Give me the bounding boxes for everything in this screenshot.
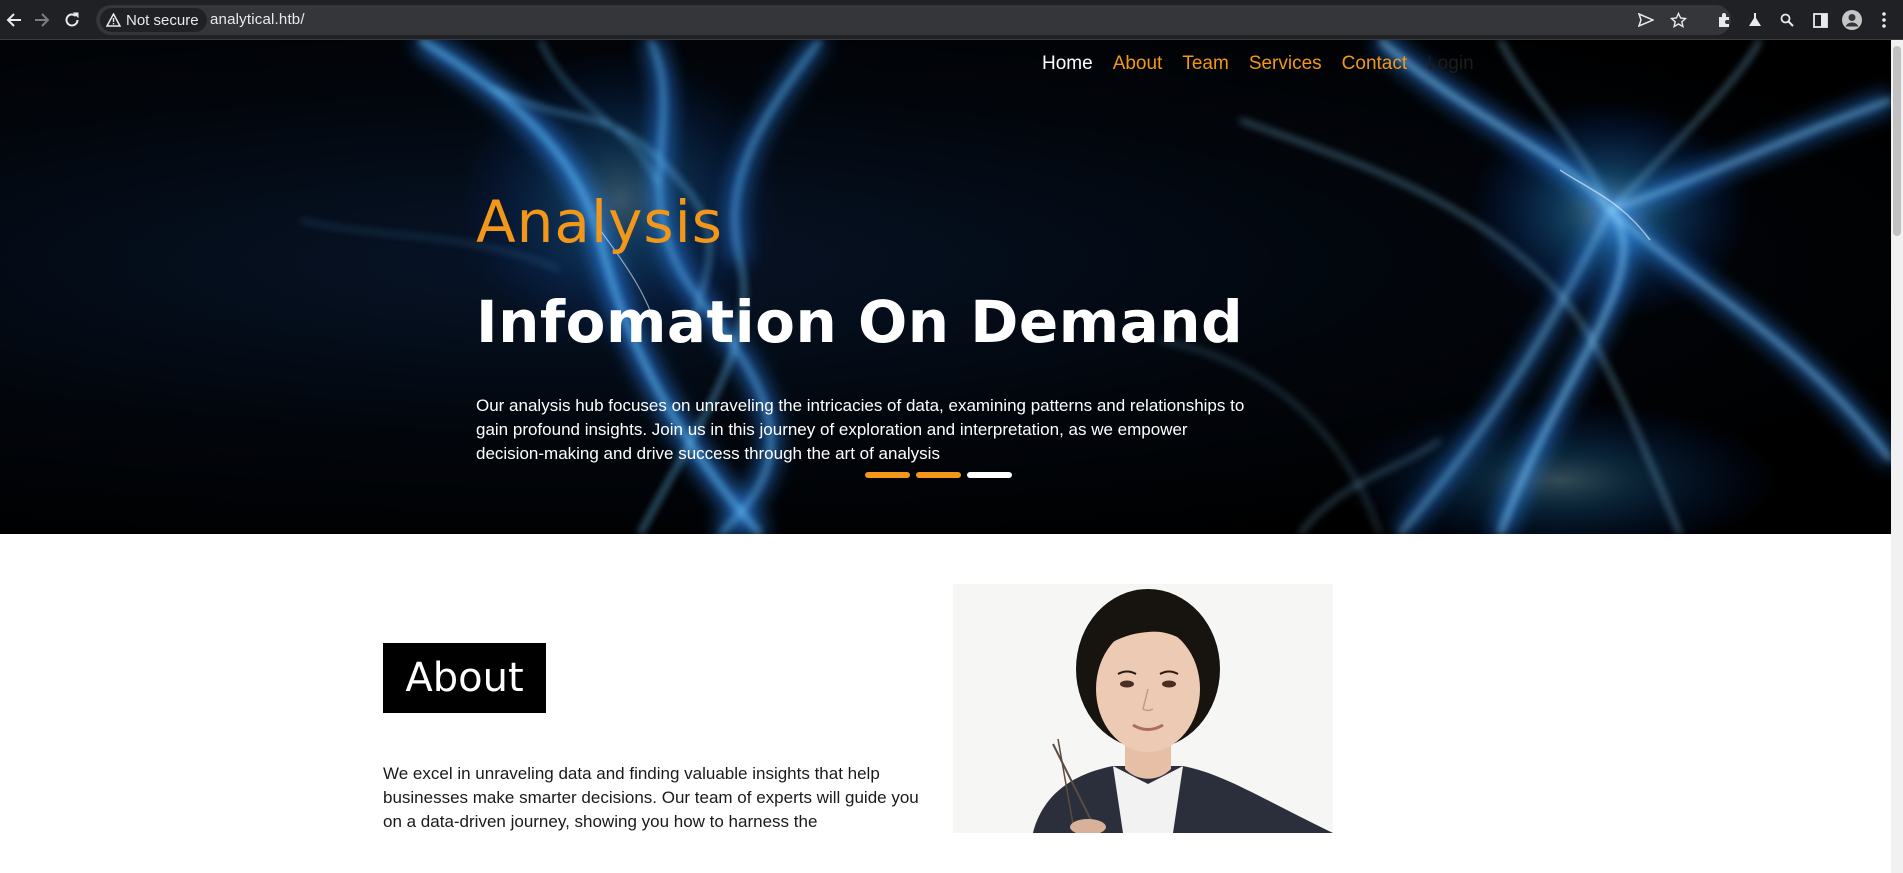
hero-title: Infomation On Demand	[476, 288, 1244, 356]
carousel-indicators	[865, 472, 1012, 478]
about-text: We excel in unraveling data and finding …	[383, 764, 919, 831]
flask-icon[interactable]	[1741, 6, 1769, 34]
menu-dots-icon[interactable]	[1870, 6, 1898, 34]
carousel-indicator-2[interactable]	[916, 472, 961, 478]
carousel-indicator-3[interactable]	[967, 472, 1012, 478]
security-label: Not secure	[126, 11, 199, 29]
carousel-indicator-1[interactable]	[865, 472, 910, 478]
nav-about[interactable]: About	[1113, 53, 1163, 75]
security-chip[interactable]: Not secure	[100, 8, 207, 32]
hero-section: Home About Team Services Contact Login A…	[0, 40, 1891, 534]
nav-contact[interactable]: Contact	[1342, 53, 1407, 75]
back-arrow-icon[interactable]	[0, 6, 28, 34]
profile-icon[interactable]	[1838, 6, 1866, 34]
about-heading: About	[405, 655, 524, 701]
address-bar[interactable]: Not secure analytical.htb/	[96, 5, 1731, 35]
warning-icon	[106, 13, 121, 27]
about-heading-box: About	[383, 643, 546, 713]
forward-arrow-icon[interactable]	[28, 6, 56, 34]
nav-login[interactable]: Login	[1427, 53, 1474, 75]
nav-home[interactable]: Home	[1042, 53, 1093, 75]
about-portrait-image	[953, 584, 1333, 833]
star-icon[interactable]	[1666, 8, 1690, 32]
reload-icon[interactable]	[58, 6, 86, 34]
page-viewport: Home About Team Services Contact Login A…	[0, 40, 1891, 873]
extensions-icon[interactable]	[1710, 6, 1738, 34]
side-panel-icon[interactable]	[1806, 6, 1834, 34]
zoom-icon[interactable]	[1773, 6, 1801, 34]
nav-team[interactable]: Team	[1182, 53, 1228, 75]
browser-toolbar: Not secure analytical.htb/	[0, 0, 1903, 40]
send-icon[interactable]	[1634, 8, 1658, 32]
page-scrollbar[interactable]	[1891, 40, 1903, 873]
nav-services[interactable]: Services	[1249, 53, 1322, 75]
hero-subtitle: Analysis	[476, 188, 723, 256]
scrollbar-thumb[interactable]	[1893, 46, 1901, 236]
hero-description: Our analysis hub focuses on unraveling t…	[476, 396, 1245, 463]
url-text[interactable]: analytical.htb/	[210, 11, 305, 28]
main-nav: Home About Team Services Contact Login	[1042, 53, 1474, 75]
